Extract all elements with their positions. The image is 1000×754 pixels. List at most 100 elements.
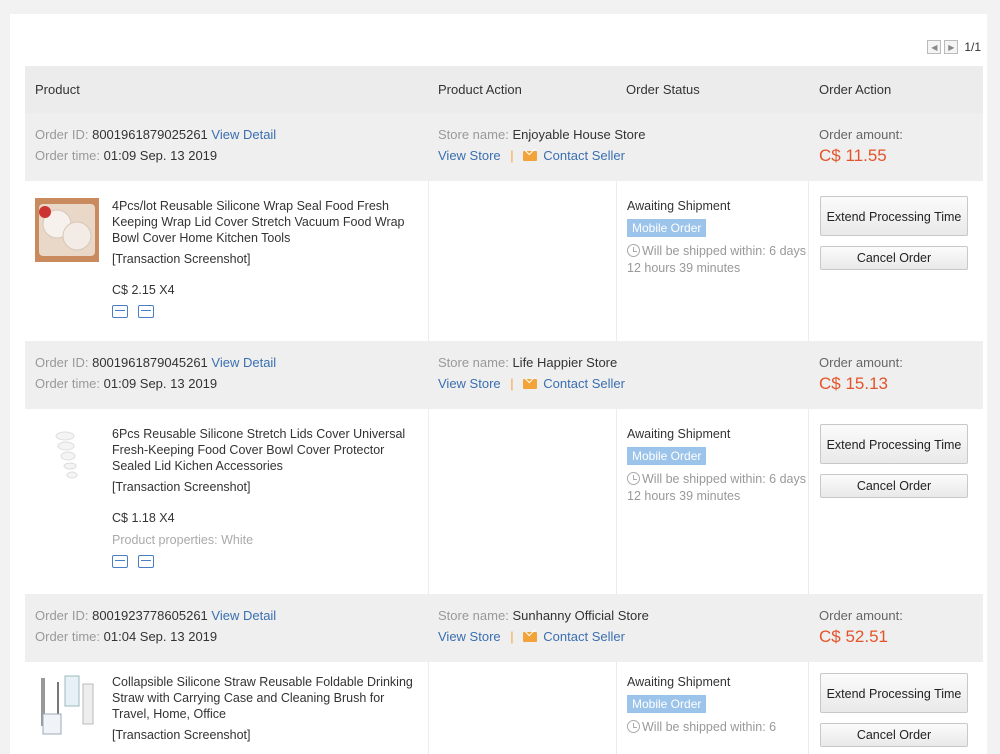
order-amount-value: C$ 52.51 [819, 627, 888, 646]
ship-countdown-text: Will be shipped within: 6 [642, 720, 777, 734]
snapshot-icon[interactable] [138, 305, 154, 318]
column-divider [616, 662, 617, 754]
order-status: Awaiting Shipment Mobile Order Will be s… [627, 674, 812, 736]
table-header: Product Product Action Order Status Orde… [25, 66, 983, 113]
order-amount-label: Order amount: [819, 608, 903, 623]
store-name-line: Store name: Sunhanny Official Store [438, 608, 649, 623]
orders-table: Product Product Action Order Status Orde… [25, 66, 983, 754]
transaction-screenshot-link[interactable]: [Transaction Screenshot] [112, 479, 422, 495]
cancel-order-button[interactable]: Cancel Order [820, 723, 968, 747]
order-id-line: Order ID: 8001923778605261 View Detail [35, 608, 276, 623]
order-status: Awaiting Shipment Mobile Order Will be s… [627, 426, 812, 505]
view-detail-link[interactable]: View Detail [211, 608, 276, 623]
product-thumbnail[interactable] [35, 426, 99, 490]
product-thumbnail[interactable] [35, 198, 99, 262]
store-name-line: Store name: Enjoyable House Store [438, 127, 645, 142]
view-detail-link[interactable]: View Detail [211, 127, 276, 142]
ship-countdown: Will be shipped within: 6 [627, 719, 812, 736]
order-status: Awaiting Shipment Mobile Order Will be s… [627, 198, 812, 277]
order-id-value: 8001961879045261 [92, 355, 208, 370]
order-amount-value: C$ 11.55 [819, 146, 887, 165]
column-divider [428, 409, 429, 594]
contact-seller-link[interactable]: Contact Seller [543, 629, 625, 644]
clock-icon [627, 720, 640, 733]
extend-processing-time-button[interactable]: Extend Processing Time [820, 196, 968, 236]
order-id-line: Order ID: 8001961879025261 View Detail [35, 127, 276, 142]
order-id-label: Order ID: [35, 355, 89, 370]
product-info: Collapsible Silicone Straw Reusable Fold… [112, 674, 422, 743]
next-page-button[interactable]: ▶ [944, 40, 959, 54]
transaction-screenshot-link[interactable]: [Transaction Screenshot] [112, 251, 422, 267]
prev-page-button[interactable]: ◀ [927, 40, 942, 54]
product-title[interactable]: 6Pcs Reusable Silicone Stretch Lids Cove… [112, 426, 422, 474]
product-title[interactable]: Collapsible Silicone Straw Reusable Fold… [112, 674, 422, 722]
status-text: Awaiting Shipment [627, 199, 731, 213]
header-order-action: Order Action [819, 82, 892, 97]
order-id-value: 8001961879025261 [92, 127, 208, 142]
clock-icon [627, 472, 640, 485]
store-name-label: Store name: [438, 127, 509, 142]
order-block: Order ID: 8001961879025261 View Detail O… [25, 113, 983, 341]
order-time-label: Order time: [35, 629, 101, 644]
order-amount-label: Order amount: [819, 127, 903, 142]
shipping-icon[interactable] [112, 305, 128, 318]
product-icons [112, 305, 422, 318]
contact-seller-link[interactable]: Contact Seller [543, 148, 625, 163]
snapshot-icon[interactable] [138, 555, 154, 568]
order-time-line: Order time: 01:09 Sep. 13 2019 [35, 376, 217, 391]
mail-icon [523, 632, 538, 642]
clock-icon [627, 244, 640, 257]
product-thumbnail[interactable] [35, 674, 99, 738]
order-header: Order ID: 8001961879025261 View Detail O… [25, 113, 983, 181]
page-indicator: 1/1 [964, 40, 981, 54]
contact-seller-link[interactable]: Contact Seller [543, 376, 625, 391]
column-divider [428, 662, 429, 754]
cancel-order-button[interactable]: Cancel Order [820, 474, 968, 498]
price-quantity: C$ 1.18 X4 [112, 511, 175, 525]
ship-countdown: Will be shipped within: 6 days 12 hours … [627, 243, 812, 277]
ship-countdown-text: Will be shipped within: 6 days 12 hours … [627, 472, 806, 503]
order-header: Order ID: 8001923778605261 View Detail O… [25, 594, 983, 662]
status-text: Awaiting Shipment [627, 427, 731, 441]
header-product: Product [35, 82, 80, 97]
order-actions: Extend Processing Time Cancel Order [820, 196, 968, 270]
link-separator: | [510, 148, 514, 163]
order-amount-value: C$ 15.13 [819, 374, 888, 393]
order-body: Collapsible Silicone Straw Reusable Fold… [25, 662, 983, 754]
product-title[interactable]: 4Pcs/lot Reusable Silicone Wrap Seal Foo… [112, 198, 422, 246]
product-info: 4Pcs/lot Reusable Silicone Wrap Seal Foo… [112, 198, 422, 318]
orders-panel: ◀ ▶ 1/1 Product Product Action Order Sta… [10, 14, 987, 754]
order-header: Order ID: 8001961879045261 View Detail O… [25, 341, 983, 409]
view-store-link[interactable]: View Store [438, 376, 501, 391]
order-actions: Extend Processing Time Cancel Order [820, 673, 968, 747]
column-divider [616, 181, 617, 341]
cancel-order-button[interactable]: Cancel Order [820, 246, 968, 270]
product-info: 6Pcs Reusable Silicone Stretch Lids Cove… [112, 426, 422, 568]
shipping-icon[interactable] [112, 555, 128, 568]
order-id-line: Order ID: 8001961879045261 View Detail [35, 355, 276, 370]
extend-processing-time-button[interactable]: Extend Processing Time [820, 673, 968, 713]
link-separator: | [510, 376, 514, 391]
header-product-action: Product Action [438, 82, 522, 97]
view-detail-link[interactable]: View Detail [211, 355, 276, 370]
view-store-link[interactable]: View Store [438, 148, 501, 163]
header-order-status: Order Status [626, 82, 700, 97]
store-name-line: Store name: Life Happier Store [438, 355, 617, 370]
mobile-order-badge: Mobile Order [627, 447, 707, 465]
view-store-link[interactable]: View Store [438, 629, 501, 644]
link-separator: | [510, 629, 514, 644]
order-id-value: 8001923778605261 [92, 608, 208, 623]
store-links: View Store | Contact Seller [438, 629, 625, 644]
order-id-label: Order ID: [35, 127, 89, 142]
order-body: 6Pcs Reusable Silicone Stretch Lids Cove… [25, 409, 983, 594]
order-amount-label: Order amount: [819, 355, 903, 370]
order-id-label: Order ID: [35, 608, 89, 623]
order-time-value: 01:09 Sep. 13 2019 [103, 148, 218, 163]
transaction-screenshot-link[interactable]: [Transaction Screenshot] [112, 727, 422, 743]
order-time-value: 01:09 Sep. 13 2019 [103, 376, 218, 391]
extend-processing-time-button[interactable]: Extend Processing Time [820, 424, 968, 464]
ship-countdown: Will be shipped within: 6 days 12 hours … [627, 471, 812, 505]
store-name-value: Enjoyable House Store [512, 127, 646, 142]
store-name-label: Store name: [438, 355, 509, 370]
order-time-label: Order time: [35, 376, 101, 391]
